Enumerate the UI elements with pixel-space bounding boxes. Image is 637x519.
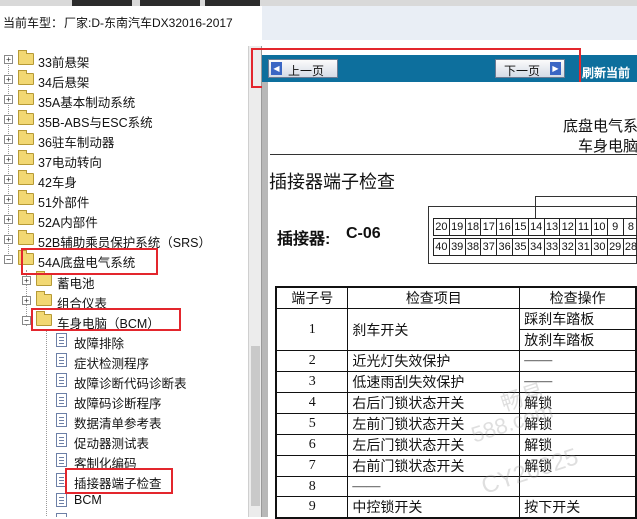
expand-icon[interactable]: +: [4, 95, 13, 104]
document-icon: [56, 413, 67, 427]
folder-icon: [18, 70, 34, 85]
connector-pin: 31: [575, 238, 592, 256]
table-header: 检查操作: [519, 286, 637, 309]
folder-icon: [18, 50, 34, 65]
connector-pin-grid: 20 19 18 17 16 15 14 13 12 11 10 9 8 40 39 38 37 36 35 34 33…: [430, 218, 637, 260]
folder-icon: [18, 150, 34, 165]
vehicle-bar: 当前车型： 厂家:D-东南汽车DX32016-2017: [0, 6, 637, 40]
connector-pin: 30: [591, 238, 608, 256]
folder-icon: [18, 190, 34, 205]
highlight-box: [65, 468, 173, 494]
folder-icon: [18, 110, 34, 125]
connector-pin: 19: [448, 218, 466, 236]
header-rule: [270, 154, 637, 155]
connector-pin: 39: [448, 238, 466, 256]
table-row: 5 左前门锁状态开关 解锁: [275, 413, 637, 435]
table-header: 端子号: [275, 286, 349, 309]
document-icon: [56, 433, 67, 447]
table-row: 2 近光灯失效保护 ——: [275, 350, 637, 372]
connector-pin: 16: [496, 218, 513, 236]
table-row: 6 左后门锁状态开关 解锁: [275, 434, 637, 456]
connector-pin: 35: [512, 238, 529, 256]
connector-pin: 8: [622, 218, 637, 236]
connector-pin: 34: [527, 238, 545, 256]
connector-pin: 37: [480, 238, 498, 256]
document-icon: [56, 493, 67, 507]
vehicle-label: 当前车型：: [3, 16, 64, 30]
terminal-table: 端子号 检查项目 检查操作 1 刹车开关 踩刹车踏板 放刹车踏板 2 近光灯失效…: [275, 286, 637, 519]
connector-pin: 10: [591, 218, 608, 236]
connector-pin: 36: [496, 238, 513, 256]
folder-icon: [18, 170, 34, 185]
folder-icon: [18, 90, 34, 105]
document-icon: [56, 513, 67, 517]
connector-pin: 18: [464, 218, 482, 236]
connector-pin: 17: [480, 218, 498, 236]
tree-scrollbar[interactable]: [248, 46, 261, 517]
expand-icon[interactable]: +: [4, 235, 13, 244]
table-header: 检查项目: [347, 286, 521, 309]
document-icon: [56, 393, 67, 407]
document-icon: [56, 333, 67, 347]
expand-icon[interactable]: +: [4, 135, 13, 144]
document-icon: [56, 453, 67, 467]
connector-pin: 28: [622, 238, 637, 256]
expand-icon[interactable]: +: [4, 55, 13, 64]
expand-icon[interactable]: +: [4, 75, 13, 84]
table-row: 1 刹车开关 踩刹车踏板: [275, 308, 637, 351]
doc-header-line1: 底盘电气系: [563, 119, 637, 135]
scrollbar-thumb[interactable]: [251, 346, 260, 506]
collapse-icon[interactable]: −: [22, 316, 31, 325]
expand-icon[interactable]: +: [4, 175, 13, 184]
connector-pin: 14: [527, 218, 545, 236]
connector-pin: 38: [464, 238, 482, 256]
highlight-box: [21, 248, 158, 275]
highlight-box: [31, 308, 181, 331]
section-title: 插接器端子检查: [269, 172, 395, 192]
table-row: 8 ——: [275, 476, 637, 497]
folder-icon: [36, 291, 52, 306]
expand-icon[interactable]: +: [22, 296, 31, 305]
connector-pin: 40: [433, 238, 450, 256]
connector-pin: 9: [606, 218, 624, 236]
connector-pin: 32: [559, 238, 577, 256]
collapse-icon[interactable]: −: [4, 255, 13, 264]
vehicle-value: 厂家:D-东南汽车DX32016-2017: [64, 16, 233, 30]
refresh-current-link[interactable]: 刷新当前: [582, 64, 630, 81]
expand-icon[interactable]: +: [4, 215, 13, 224]
folder-icon: [18, 130, 34, 145]
table-row: 4 右后门锁状态开关 解锁: [275, 392, 637, 414]
connector-pin: 33: [543, 238, 561, 256]
table-row: 3 低速雨刮失效保护 ——: [275, 371, 637, 393]
expand-icon[interactable]: +: [4, 155, 13, 164]
document-divider: [262, 82, 268, 517]
folder-icon: [36, 271, 52, 286]
connector-pin: 29: [606, 238, 624, 256]
document-icon: [56, 373, 67, 387]
connector-id: C-06: [346, 225, 381, 242]
table-row: 9 中控锁开关 按下开关: [275, 496, 637, 519]
table-row: 7 右前门锁状态开关 解锁: [275, 455, 637, 477]
tree-panel[interactable]: + 33前悬架 + 34后悬架 + 35A基本制动系统 + 35B-ABS与ES…: [0, 46, 262, 517]
connector-pin: 12: [559, 218, 577, 236]
connector-pin: 11: [575, 218, 592, 236]
connector-label: 插接器:: [277, 231, 331, 248]
expand-icon[interactable]: +: [22, 276, 31, 285]
expand-icon[interactable]: +: [4, 115, 13, 124]
connector-pin: 15: [512, 218, 529, 236]
expand-icon[interactable]: +: [4, 195, 13, 204]
connector-pin: 20: [433, 218, 450, 236]
folder-icon: [18, 210, 34, 225]
document-icon: [56, 353, 67, 367]
folder-icon: [18, 230, 34, 245]
doc-header-line2: 车身电脑: [578, 139, 637, 155]
connector-pin: 13: [543, 218, 561, 236]
